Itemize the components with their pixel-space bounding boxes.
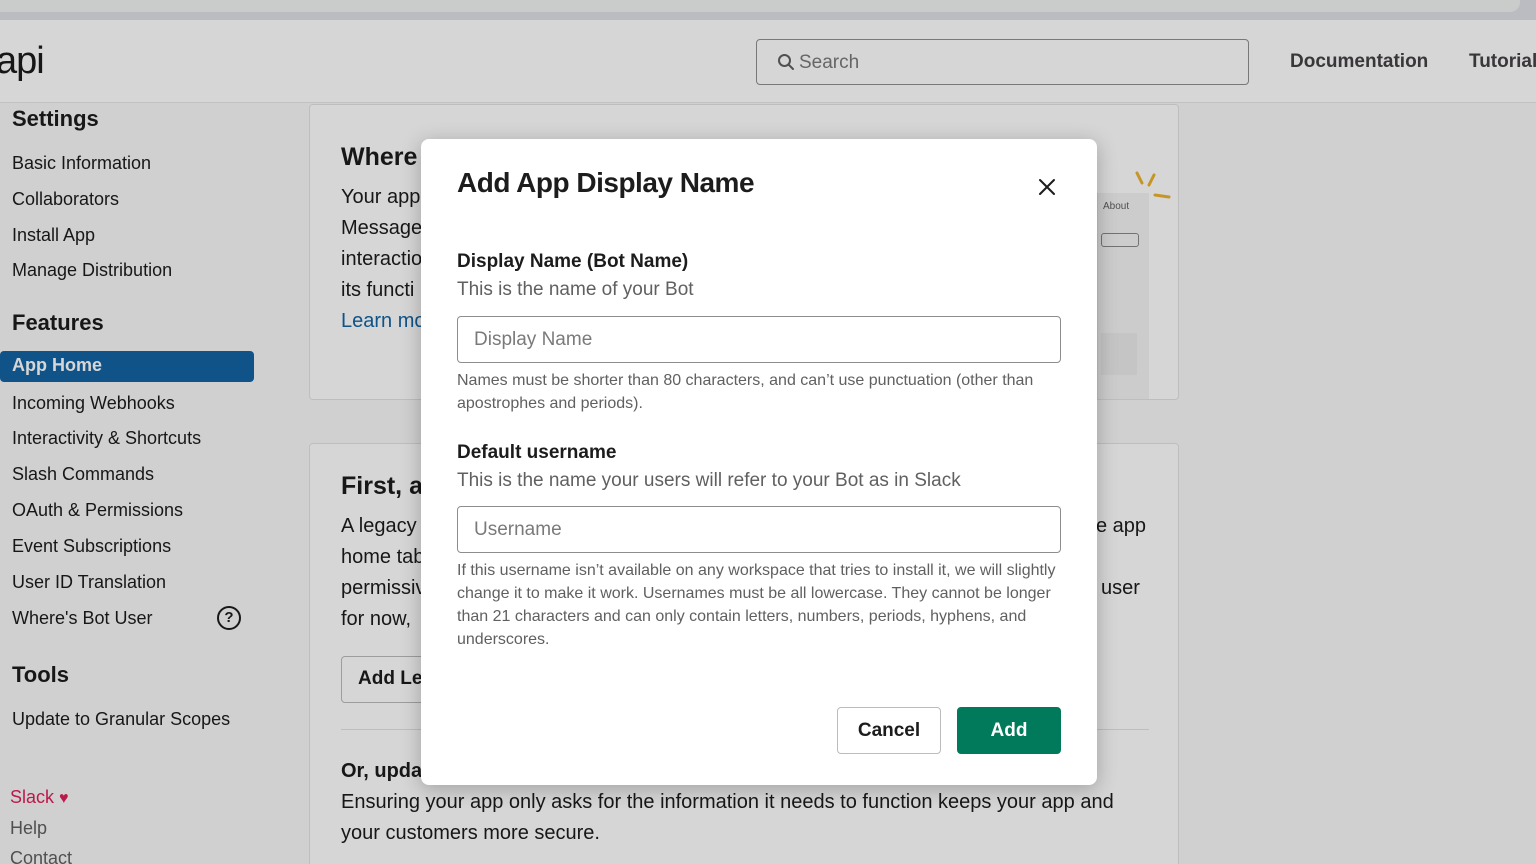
add-button[interactable]: Add [957,707,1061,754]
username-hint: If this username isn’t available on any … [457,562,1056,648]
display-name-label: Display Name (Bot Name) [457,251,689,272]
username-label: Default username [457,442,617,463]
modal-title: Add App Display Name [457,167,755,198]
display-name-input[interactable] [457,316,1061,363]
username-description: This is the name your users will refer t… [457,470,961,491]
display-name-hint: Names must be shorter than 80 characters… [457,372,1034,412]
add-display-name-modal: Add App Display Name Display Name (Bot N… [421,139,1097,785]
cancel-button[interactable]: Cancel [837,707,941,754]
username-input[interactable] [457,506,1061,553]
display-name-description: This is the name of your Bot [457,279,694,300]
close-icon[interactable] [1035,175,1059,199]
